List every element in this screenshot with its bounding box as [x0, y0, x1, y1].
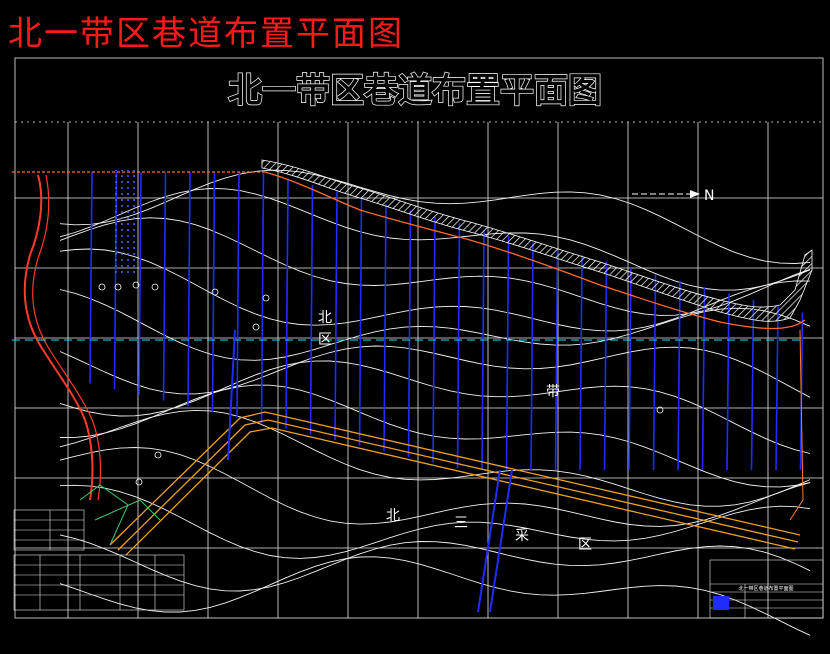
contour-line: [59, 384, 811, 488]
north-arrow: N: [632, 188, 714, 204]
roadway-line: [309, 185, 314, 435]
roadway-line: [603, 261, 608, 471]
bottom-label-cai: 采: [515, 528, 529, 544]
bottom-label-qu: 区: [578, 537, 592, 553]
roadway-line: [701, 287, 706, 471]
roadway-line: [358, 197, 363, 446]
contour-line: [59, 360, 811, 454]
coal-pillar-area: [114, 170, 138, 275]
roadway-line: [530, 242, 534, 471]
roadway-line: [750, 299, 755, 471]
contour-line: [59, 556, 811, 636]
shaft-blue-vertical: [227, 329, 236, 461]
bottom-label-bei: 北: [386, 508, 400, 524]
zone-label-bei: 北: [318, 310, 332, 326]
north-label: N: [704, 188, 714, 204]
borehole-symbols: [98, 281, 664, 486]
roadway-line: [187, 171, 191, 407]
roadway-line: [138, 171, 142, 395]
legend-table: [13, 509, 185, 611]
roadway-line: [726, 293, 730, 471]
roadway-line: [579, 255, 583, 471]
roadway-line: [554, 248, 559, 471]
contour-line: [59, 447, 811, 527]
roadway-line: [383, 204, 387, 452]
roadway-line: [775, 306, 779, 471]
mine-plan-drawing: 北一带区巷道布置平面图 N 北 区 带 北 三 采 区 北一带区巷道布置平面图: [12, 57, 824, 636]
title-block-name: 北一带区巷道布置平面图: [738, 585, 793, 592]
roadway-line: [89, 171, 93, 384]
bottom-label-san: 三: [454, 515, 468, 531]
zone-label-dai: 带: [546, 384, 560, 400]
roadway-line: [162, 171, 167, 401]
roadway-line: [677, 280, 681, 471]
roadway-line: [236, 171, 240, 418]
roadway-line: [628, 267, 632, 471]
roadway-line: [481, 229, 485, 471]
contour-line: [59, 534, 811, 592]
inclined-shaft: [477, 469, 513, 613]
roadway-line: [407, 210, 412, 457]
main-title: 北一带区巷道布置平面图: [228, 71, 602, 111]
main-roadway-tunnel: [109, 411, 801, 556]
zone-label-qu: 区: [318, 332, 332, 348]
roadway-line: [456, 223, 461, 469]
left-boundary-red: [23, 174, 94, 501]
contour-line: [59, 345, 811, 398]
roadway-line: [505, 236, 510, 471]
roadway-line: [211, 171, 216, 412]
roadway-line: [285, 178, 289, 429]
